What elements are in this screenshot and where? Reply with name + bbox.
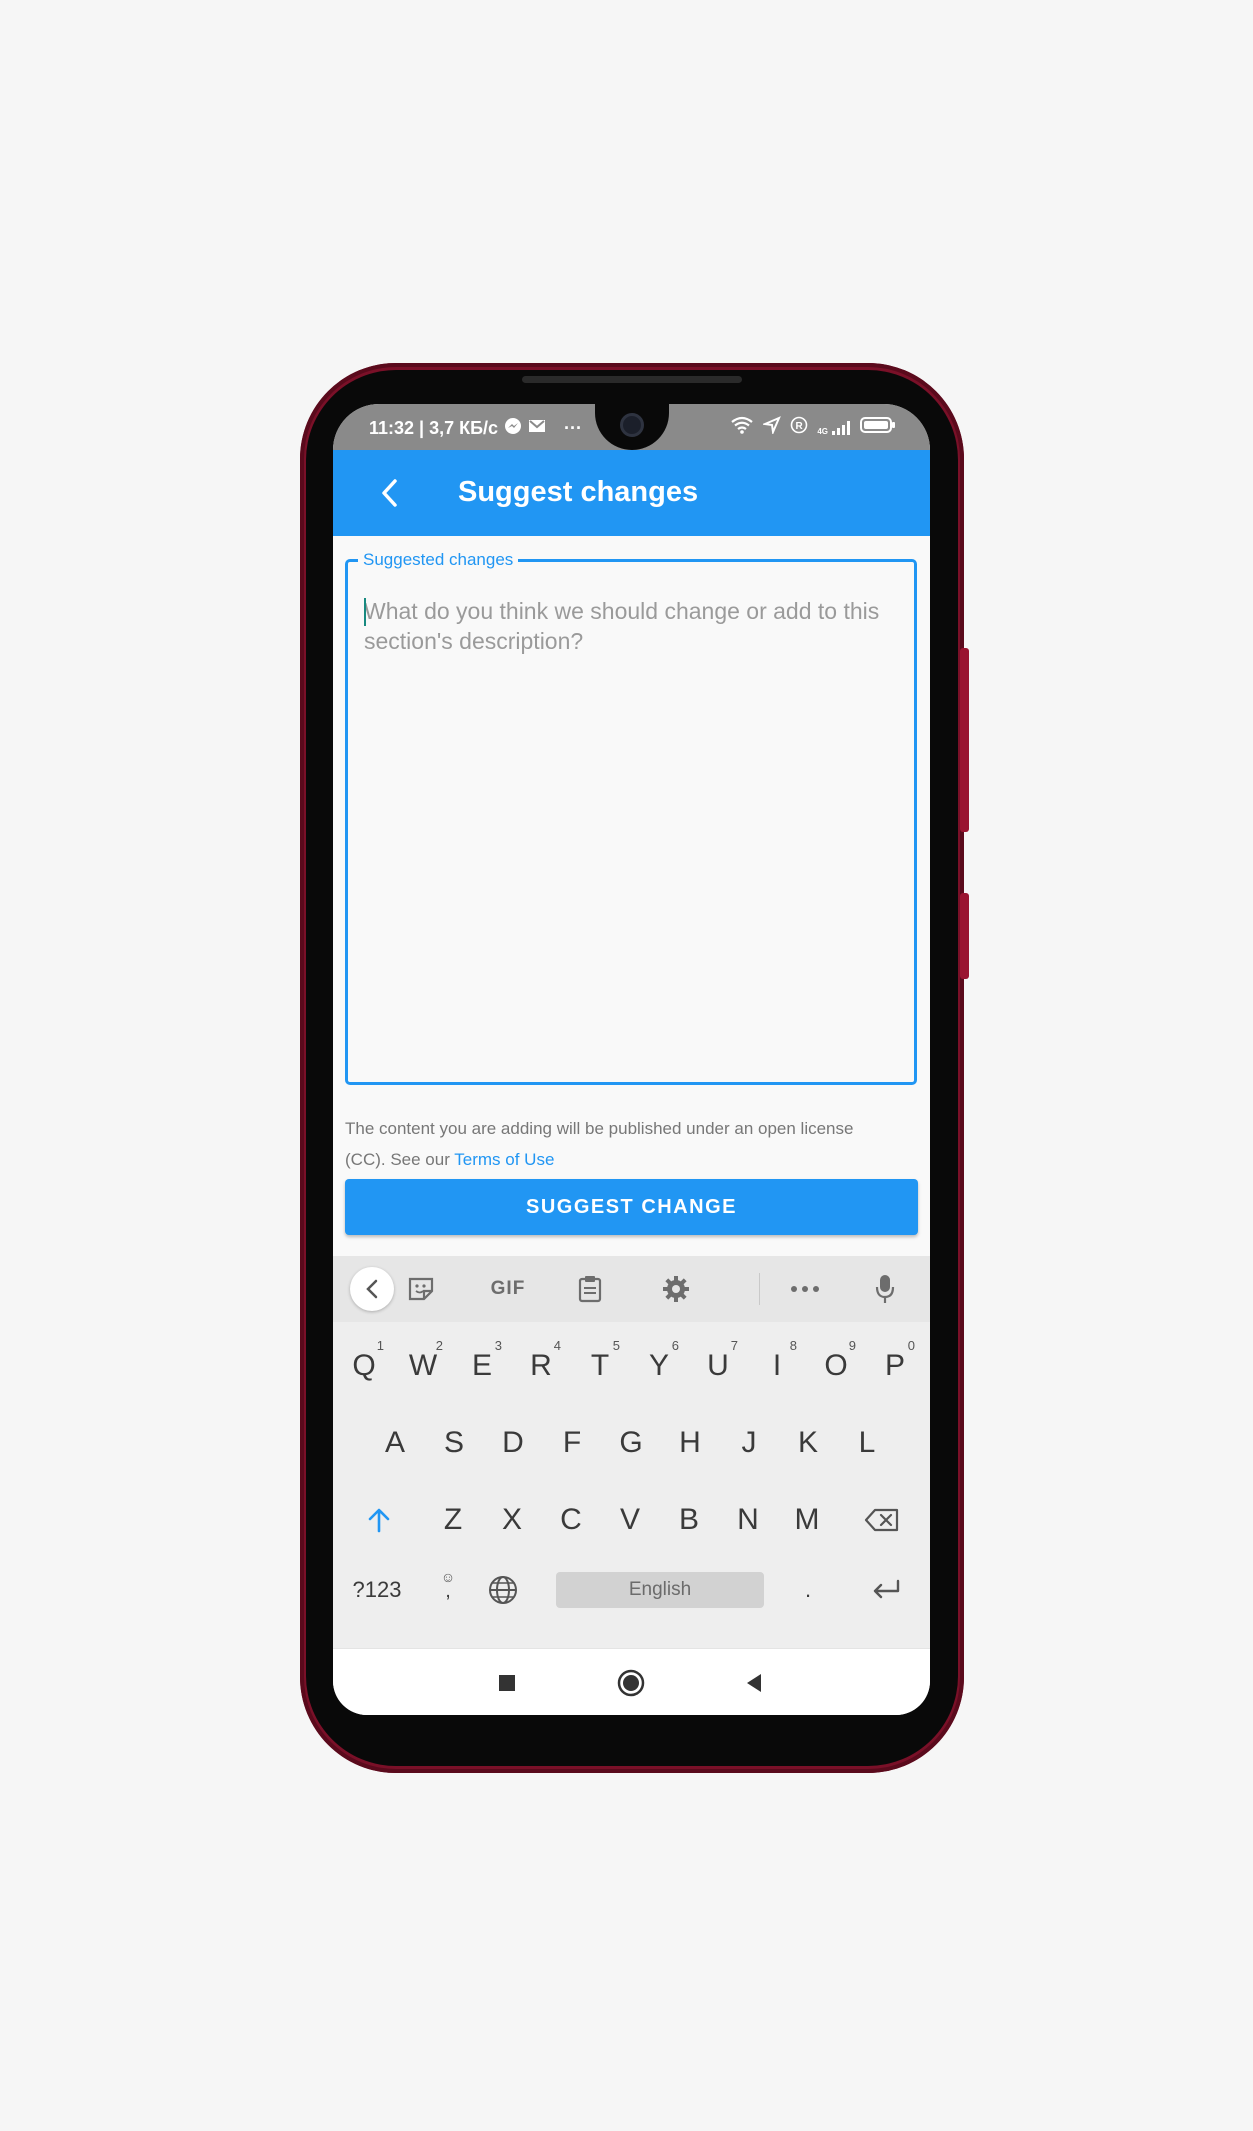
- key-a[interactable]: A: [367, 1413, 423, 1473]
- key-t[interactable]: T5: [572, 1336, 628, 1396]
- key-b[interactable]: B: [661, 1490, 717, 1550]
- key-g[interactable]: G: [603, 1413, 659, 1473]
- key-label: Y: [648, 1349, 669, 1382]
- key-hint: 8: [789, 1338, 797, 1353]
- 4g-signal-icon: 4G: [817, 420, 851, 436]
- license-notice: The content you are adding will be publi…: [345, 1113, 885, 1175]
- key-hint: 6: [671, 1338, 679, 1353]
- key-p[interactable]: P0: [867, 1336, 923, 1396]
- field-label: Suggested changes: [358, 550, 519, 570]
- key-i[interactable]: I8: [749, 1336, 805, 1396]
- svg-text:R: R: [796, 421, 804, 432]
- key-j[interactable]: J: [721, 1413, 777, 1473]
- gif-button[interactable]: GIF: [481, 1268, 535, 1310]
- more-dots-icon: ···: [564, 418, 583, 438]
- gear-icon[interactable]: [656, 1268, 696, 1310]
- key-label: Q: [352, 1349, 376, 1382]
- status-time: 11:32 | 3,7 КБ/с: [369, 418, 499, 438]
- key-q[interactable]: Q1: [336, 1336, 392, 1396]
- key-label: W: [408, 1349, 438, 1382]
- enter-icon: [873, 1579, 900, 1599]
- front-camera: [620, 413, 644, 437]
- back-arrow-icon[interactable]: [369, 473, 409, 513]
- wifi-icon: [730, 416, 754, 439]
- status-bar: 11:32 | 3,7 КБ/с ··· R 4G: [333, 404, 930, 450]
- key-hint: 0: [907, 1338, 915, 1353]
- toolbar-divider: [759, 1273, 760, 1305]
- earpiece-speaker: [522, 376, 742, 383]
- key-y[interactable]: Y6: [631, 1336, 687, 1396]
- backspace-key[interactable]: [854, 1490, 910, 1550]
- clipboard-icon[interactable]: [570, 1268, 610, 1310]
- space-bar[interactable]: English: [556, 1572, 764, 1608]
- terms-of-use-link[interactable]: Terms of Use: [454, 1150, 554, 1169]
- phone-screen: 11:32 | 3,7 КБ/с ··· R 4G Suggest change…: [333, 404, 930, 1715]
- power-button: [960, 893, 969, 979]
- key-hint: 5: [612, 1338, 620, 1353]
- globe-icon[interactable]: [483, 1560, 523, 1620]
- key-k[interactable]: K: [780, 1413, 836, 1473]
- key-label: T: [590, 1349, 610, 1382]
- sticker-icon[interactable]: [401, 1268, 441, 1310]
- key-z[interactable]: Z: [425, 1490, 481, 1550]
- page-title: Suggest changes: [458, 476, 699, 508]
- back-triangle-icon[interactable]: [738, 1667, 770, 1699]
- suggest-change-button[interactable]: SUGGEST CHANGE: [345, 1179, 918, 1235]
- text-cursor: [364, 598, 366, 626]
- keyboard: GIF Q1 W2 E3 R4 T5 Y6 U7 I8 O9 P0 A S D …: [333, 1256, 930, 1648]
- key-s[interactable]: S: [426, 1413, 482, 1473]
- r-icon: R: [790, 416, 808, 439]
- key-o[interactable]: O9: [808, 1336, 864, 1396]
- period-key[interactable]: .: [788, 1560, 828, 1620]
- microphone-icon[interactable]: [865, 1268, 905, 1310]
- key-m[interactable]: M: [779, 1490, 835, 1550]
- keyboard-toolbar: GIF: [333, 1256, 930, 1322]
- key-label: R: [530, 1349, 552, 1382]
- key-r[interactable]: R4: [513, 1336, 569, 1396]
- symbols-key[interactable]: ?123: [342, 1560, 412, 1620]
- key-hint: 2: [435, 1338, 443, 1353]
- enter-key[interactable]: [858, 1560, 914, 1620]
- key-hint: 9: [848, 1338, 856, 1353]
- location-icon: [761, 416, 782, 439]
- backspace-icon: [864, 1508, 899, 1532]
- key-label: ,: [445, 1580, 451, 1602]
- messenger-icon: [504, 417, 522, 440]
- key-d[interactable]: D: [485, 1413, 541, 1473]
- key-h[interactable]: H: [662, 1413, 718, 1473]
- volume-button: [960, 648, 969, 832]
- key-f[interactable]: F: [544, 1413, 600, 1473]
- key-v[interactable]: V: [602, 1490, 658, 1550]
- key-c[interactable]: C: [543, 1490, 599, 1550]
- license-text: The content you are adding will be publi…: [345, 1119, 854, 1169]
- key-label: I: [772, 1349, 782, 1382]
- app-bar: Suggest changes: [333, 450, 930, 536]
- key-hint: 3: [494, 1338, 502, 1353]
- gmail-icon: [528, 418, 546, 439]
- suggestion-input[interactable]: [364, 596, 894, 1066]
- key-label: U: [707, 1349, 729, 1382]
- more-options-icon[interactable]: [782, 1268, 828, 1310]
- home-circle-icon[interactable]: [615, 1667, 647, 1699]
- key-n[interactable]: N: [720, 1490, 776, 1550]
- battery-icon: [860, 416, 896, 439]
- recents-square-icon[interactable]: [491, 1667, 523, 1699]
- key-hint: 1: [376, 1338, 384, 1353]
- key-l[interactable]: L: [839, 1413, 895, 1473]
- system-nav-bar: [333, 1648, 930, 1715]
- key-e[interactable]: E3: [454, 1336, 510, 1396]
- key-x[interactable]: X: [484, 1490, 540, 1550]
- shift-key[interactable]: [351, 1490, 407, 1550]
- key-hint: 7: [730, 1338, 738, 1353]
- emoji-comma-key[interactable]: ☺ ,: [428, 1560, 468, 1620]
- key-label: O: [824, 1349, 848, 1382]
- key-w[interactable]: W2: [395, 1336, 451, 1396]
- keyboard-collapse-icon[interactable]: [350, 1267, 394, 1311]
- key-label: P: [884, 1349, 905, 1382]
- key-label: E: [471, 1349, 492, 1382]
- suggested-changes-field: Suggested changes: [345, 550, 917, 1085]
- shift-arrow-icon: [368, 1508, 390, 1533]
- key-hint: 4: [553, 1338, 561, 1353]
- key-u[interactable]: U7: [690, 1336, 746, 1396]
